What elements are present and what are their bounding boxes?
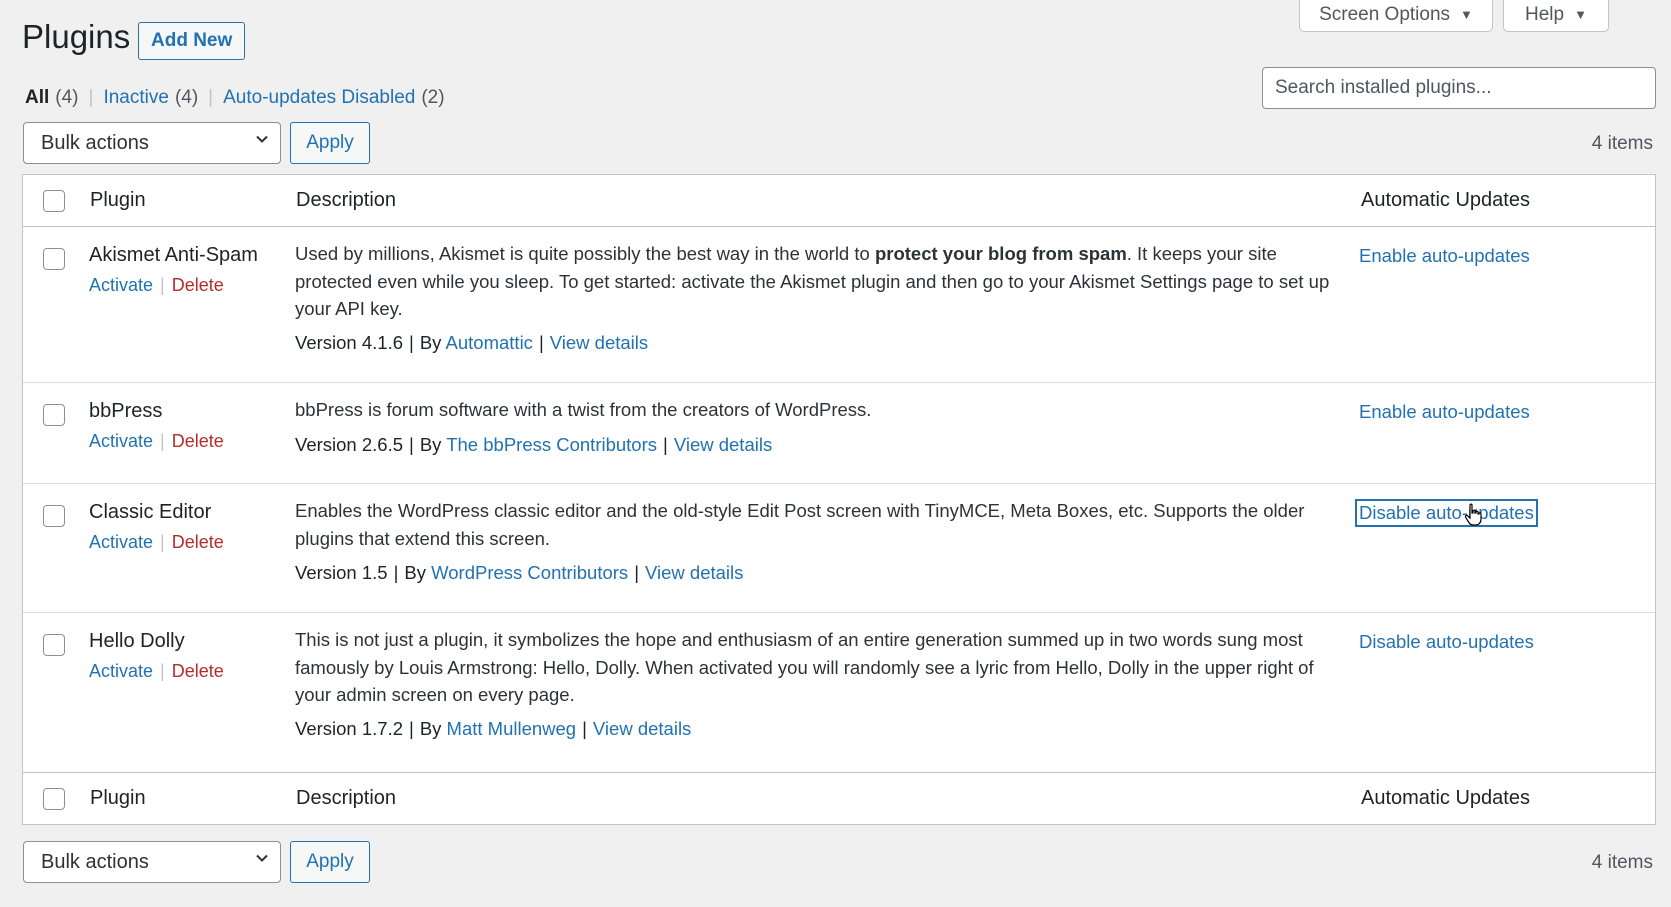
select-all-checkbox[interactable] [43,788,65,810]
delete-link[interactable]: Delete [172,661,224,682]
plugin-version-line: Version 1.5 | By WordPress Contributors | Vi… [295,562,744,583]
column-plugin: Plugin [90,787,146,809]
plugin-name: Akismet Anti-Spam [89,244,258,266]
plugin-checkbox[interactable] [43,404,65,426]
table-header: Plugin Description Automatic Updates [23,175,1655,227]
author-link[interactable]: Matt Mullenweg [447,718,577,739]
bulk-actions-select[interactable]: Bulk actions [23,122,281,164]
enable-auto-updates-link[interactable]: Enable auto-updates [1359,245,1530,267]
filter-all-count: (4) [55,87,79,108]
select-all-checkbox[interactable] [43,190,65,212]
plugin-version: Version 1.7.2 [295,718,403,739]
delete-link[interactable]: Delete [172,532,224,553]
screen-options-label: Screen Options [1319,3,1451,25]
bulk-actions-label: Bulk actions [41,850,149,873]
action-separator: | [160,532,165,552]
apply-button-bottom[interactable]: Apply [290,841,370,883]
plugin-name: Hello Dolly [89,630,185,652]
activate-link[interactable]: Activate [89,275,153,296]
column-description: Description [296,787,397,809]
author-link[interactable]: Automattic [446,332,533,353]
plugin-description: bbPress is forum software with a twist f… [295,399,872,420]
table-footer: Plugin Description Automatic Updates [23,772,1655,824]
table-row: Classic Editor Activate | Delete Enables… [23,484,1655,613]
action-separator: | [160,431,165,451]
items-count: 4 items [1591,852,1653,873]
bulk-actions-label: Bulk actions [41,131,149,154]
table-row: Hello Dolly Activate | Delete This is no… [23,613,1655,772]
action-separator: | [160,275,165,295]
by-label: By [404,562,426,583]
disable-auto-updates-link[interactable]: Disable auto-updates [1355,499,1538,527]
plugin-actions: Activate | Delete [89,431,224,452]
search-plugins-input[interactable] [1262,67,1656,109]
plugin-description: This is not just a plugin, it symbolizes… [295,629,1314,705]
plugins-table: Plugin Description Automatic Updates Aki… [22,174,1656,825]
plugin-checkbox[interactable] [43,634,65,656]
plugin-name: bbPress [89,400,163,422]
filter-separator: | [88,87,94,108]
plugin-version: Version 4.1.6 [295,332,403,353]
description-bold-text: protect your blog from spam [874,243,1127,264]
hand-cursor-icon [1464,503,1482,526]
filter-inactive[interactable]: Inactive [103,87,168,109]
filter-auto-updates-disabled-count: (2) [421,87,445,108]
plugin-actions: Activate | Delete [89,275,224,296]
items-count: 4 items [1591,133,1653,154]
help-label: Help [1525,3,1565,25]
bulk-actions-select-bottom[interactable]: Bulk actions [23,841,281,883]
disable-auto-updates-link[interactable]: Disable auto-updates [1359,631,1534,653]
filter-auto-updates-disabled[interactable]: Auto-updates Disabled [223,87,415,109]
view-details-link[interactable]: View details [593,718,691,739]
plugin-status-filters: All (4) | Inactive (4) | Auto-updates Di… [25,87,445,109]
by-label: By [419,332,442,353]
plugin-version: Version 1.5 [295,562,388,583]
activate-link[interactable]: Activate [89,661,153,682]
plugin-actions: Activate | Delete [89,661,224,682]
help-button[interactable]: Help ▼ [1503,0,1609,32]
view-details-link[interactable]: View details [645,562,743,583]
delete-link[interactable]: Delete [172,275,224,296]
activate-link[interactable]: Activate [89,532,153,553]
plugin-version-line: Version 2.6.5 | By The bbPress Contributor… [295,434,773,455]
plugin-description: Used by millions, Akismet is quite possi… [295,240,1345,323]
plugin-actions: Activate | Delete [89,532,224,553]
by-label: By [419,434,442,455]
delete-link[interactable]: Delete [172,431,224,452]
view-details-link[interactable]: View details [550,332,648,353]
enable-auto-updates-link[interactable]: Enable auto-updates [1359,401,1530,423]
filter-inactive-count: (4) [174,87,199,108]
plugin-checkbox[interactable] [43,248,65,270]
apply-button[interactable]: Apply [290,122,370,164]
by-label: By [419,718,442,739]
view-details-link[interactable]: View details [674,434,772,455]
table-row: Akismet Anti-Spam Activate | Delete Used… [23,227,1655,383]
filter-all[interactable]: All [25,87,49,109]
triangle-down-icon: ▼ [1460,7,1473,22]
table-row: bbPress Activate | Delete bbPress is for… [23,383,1655,484]
plugin-version-line: Version 4.1.6 | By Automattic | View details [295,332,649,353]
column-automatic-updates: Automatic Updates [1361,189,1530,211]
author-link[interactable]: The bbPress Contributors [446,434,657,455]
filter-separator: | [208,87,214,108]
column-description: Description [296,189,397,211]
chevron-down-icon [256,854,268,862]
description-text: Used by millions, Akismet is quite possi… [295,243,875,264]
plugin-name: Classic Editor [89,501,212,523]
chevron-down-icon [256,135,268,143]
plugin-checkbox[interactable] [43,505,65,527]
author-link[interactable]: WordPress Contributors [431,562,628,583]
action-separator: | [160,661,165,681]
activate-link[interactable]: Activate [89,431,153,452]
plugin-version-line: Version 1.7.2 | By Matt Mullenweg | View det… [295,718,692,739]
triangle-down-icon: ▼ [1574,7,1587,22]
column-plugin: Plugin [90,189,146,211]
page-title: Plugins [22,18,131,55]
add-new-button[interactable]: Add New [138,22,246,60]
plugin-version: Version 2.6.5 [295,434,403,455]
screen-options-button[interactable]: Screen Options ▼ [1299,0,1493,32]
plugin-description: Enables the WordPress classic editor and… [295,500,1305,549]
column-automatic-updates: Automatic Updates [1361,787,1530,809]
